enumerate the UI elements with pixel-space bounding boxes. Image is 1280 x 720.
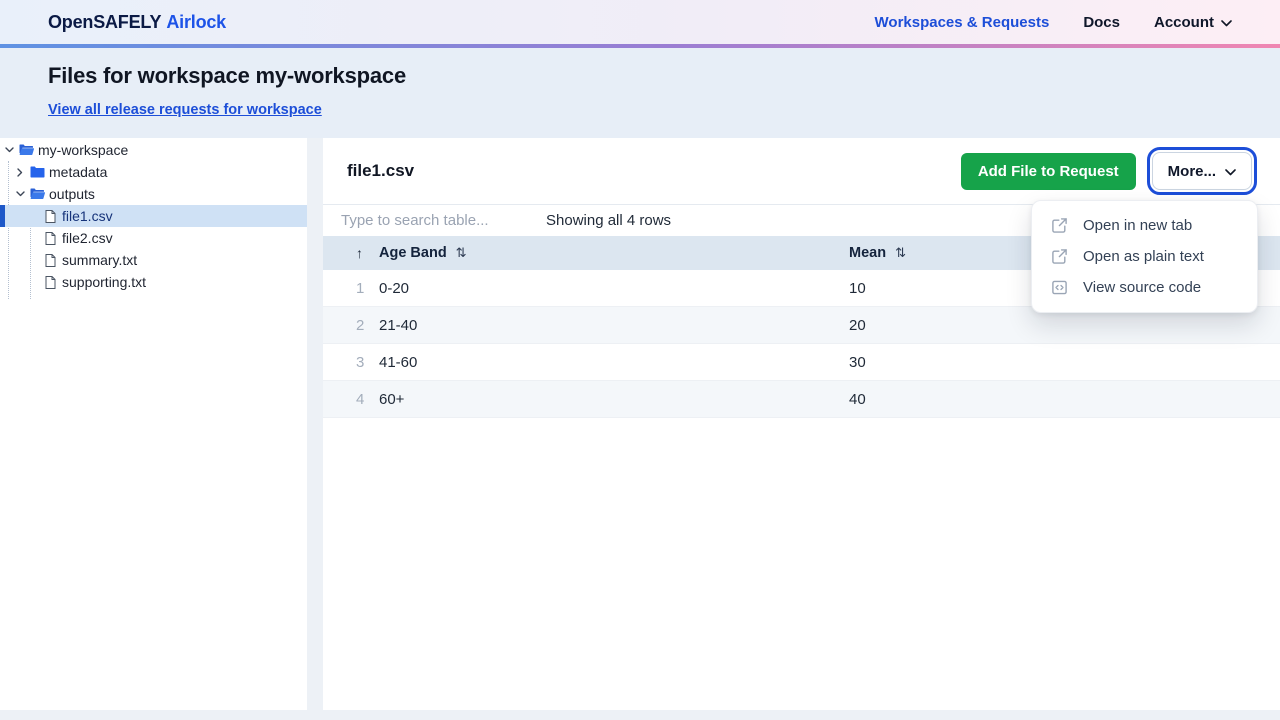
column-header-age-band[interactable]: Age Band ⇅ (379, 245, 849, 261)
file-tree: my-workspace metadata outputs file (0, 138, 307, 710)
account-menu-button[interactable]: Account (1154, 14, 1232, 31)
tree-item-file1-csv[interactable]: file1.csv (0, 205, 307, 227)
external-link-icon (1051, 248, 1068, 265)
row-number: 1 (339, 280, 379, 297)
file-title: file1.csv (347, 161, 961, 181)
more-button-label: More... (1168, 163, 1216, 180)
brand-primary-text: OpenSAFELY (48, 12, 161, 32)
tree-item-label: metadata (49, 164, 107, 180)
cell-mean: 20 (849, 317, 1280, 334)
menu-item-open-as-plain-text[interactable]: Open as plain text (1032, 241, 1257, 272)
tree-item-label: my-workspace (38, 142, 128, 158)
nav-link-docs[interactable]: Docs (1083, 14, 1120, 31)
sort-toggle-icon: ⇅ (456, 246, 467, 261)
tree-item-label: summary.txt (62, 252, 137, 268)
menu-item-view-source-code[interactable]: View source code (1032, 272, 1257, 303)
menu-item-label: Open as plain text (1083, 248, 1204, 265)
cell-mean: 30 (849, 354, 1280, 371)
tree-item-outputs[interactable]: outputs (0, 183, 307, 205)
view-release-requests-link[interactable]: View all release requests for workspace (48, 102, 322, 118)
menu-item-label: Open in new tab (1083, 217, 1192, 234)
tree-item-label: outputs (49, 186, 95, 202)
table-row: 3 41-60 30 (323, 344, 1280, 381)
nav-link-label: Docs (1083, 14, 1120, 31)
brand-secondary-text: Airlock (166, 12, 226, 32)
page-title: Files for workspace my-workspace (48, 63, 1232, 89)
cell-age-band: 60+ (379, 391, 849, 408)
file-panel: file1.csv Add File to Request More... Op… (323, 138, 1280, 710)
file-panel-header: file1.csv Add File to Request More... (323, 138, 1280, 205)
file-icon (42, 232, 58, 245)
sort-toggle-icon: ⇅ (895, 246, 906, 261)
nav-links: Workspaces & Requests Docs Account (875, 14, 1232, 31)
nav-link-label: Account (1154, 14, 1214, 31)
cell-mean: 40 (849, 391, 1280, 408)
chevron-down-icon[interactable] (4, 147, 14, 153)
tree-item-my-workspace[interactable]: my-workspace (0, 139, 307, 161)
tree-item-file2-csv[interactable]: file2.csv (0, 227, 307, 249)
nav-link-workspaces-requests[interactable]: Workspaces & Requests (875, 14, 1050, 31)
menu-item-label: View source code (1083, 279, 1201, 296)
folder-closed-icon (29, 166, 45, 178)
page-header: Files for workspace my-workspace View al… (0, 48, 1280, 138)
tree-item-summary-txt[interactable]: summary.txt (0, 249, 307, 271)
top-nav: OpenSAFELYAirlock Workspaces & Requests … (0, 0, 1280, 44)
file-icon (42, 276, 58, 289)
chevron-down-icon[interactable] (15, 191, 25, 197)
cell-age-band: 0-20 (379, 280, 849, 297)
file-icon (42, 210, 58, 223)
tree-item-metadata[interactable]: metadata (0, 161, 307, 183)
column-label: Mean (849, 245, 886, 261)
cell-age-band: 41-60 (379, 354, 849, 371)
brand-logo[interactable]: OpenSAFELYAirlock (48, 12, 226, 33)
chevron-right-icon[interactable] (15, 168, 25, 177)
menu-item-open-in-new-tab[interactable]: Open in new tab (1032, 210, 1257, 241)
external-link-icon (1051, 217, 1068, 234)
more-button[interactable]: More... (1152, 152, 1252, 190)
row-number: 4 (339, 391, 379, 408)
nav-link-label: Workspaces & Requests (875, 14, 1050, 31)
sort-ascending-icon[interactable]: ↑ (339, 245, 379, 261)
add-file-to-request-button[interactable]: Add File to Request (961, 153, 1136, 190)
tree-item-supporting-txt[interactable]: supporting.txt (0, 271, 307, 293)
row-number: 2 (339, 317, 379, 334)
content-area: my-workspace metadata outputs file (0, 138, 1280, 710)
tree-item-label: file2.csv (62, 230, 113, 246)
column-label: Age Band (379, 245, 447, 261)
rows-status-text: Showing all 4 rows (546, 212, 671, 229)
folder-open-icon (29, 188, 45, 200)
more-menu: Open in new tab Open as plain text View … (1031, 200, 1258, 313)
chevron-down-icon (1221, 14, 1232, 31)
table-row: 4 60+ 40 (323, 381, 1280, 418)
chevron-down-icon (1225, 163, 1236, 180)
row-number: 3 (339, 354, 379, 371)
table-search-input[interactable] (339, 211, 531, 230)
tree-item-label: supporting.txt (62, 274, 146, 290)
folder-open-icon (18, 144, 34, 156)
cell-age-band: 21-40 (379, 317, 849, 334)
file-icon (42, 254, 58, 267)
tree-item-label: file1.csv (62, 208, 113, 224)
source-code-icon (1051, 279, 1068, 296)
